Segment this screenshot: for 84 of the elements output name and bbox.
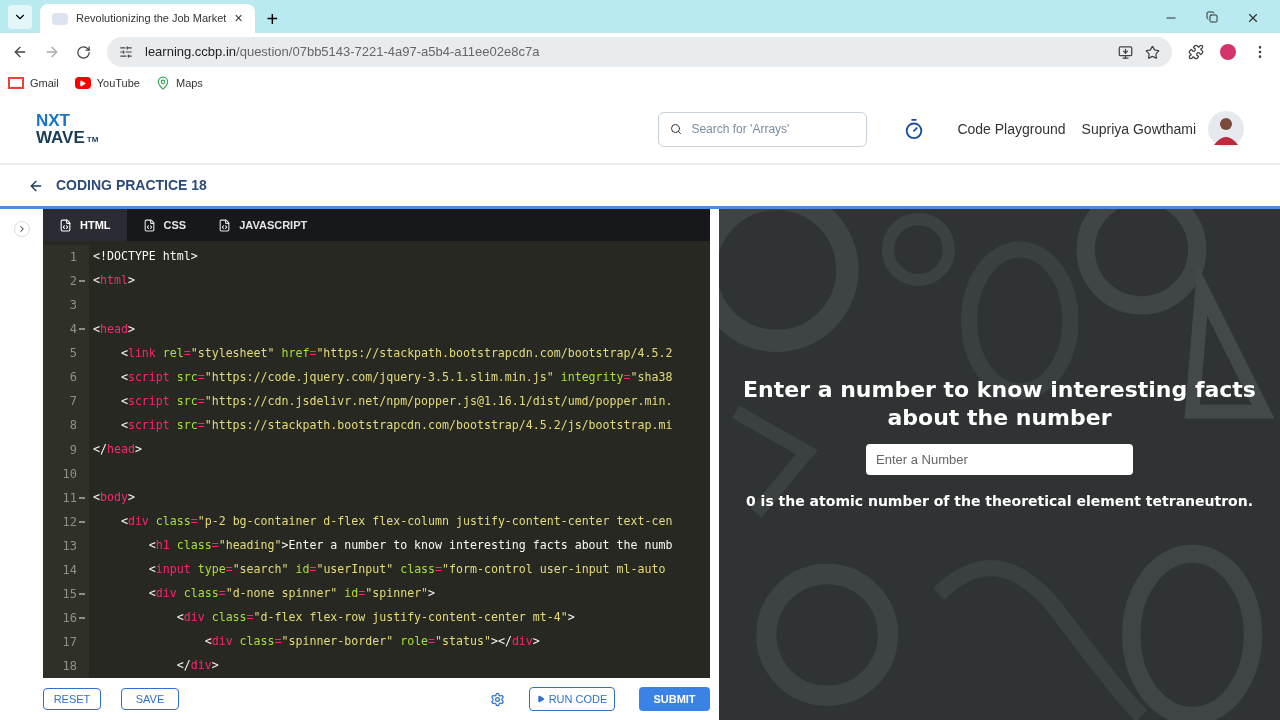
code-playground-link[interactable]: Code Playground bbox=[957, 118, 1066, 140]
editor-tab[interactable]: JAVASCRIPT bbox=[202, 209, 324, 241]
line-number: 7 bbox=[69, 393, 77, 411]
number-input[interactable]: Enter a Number bbox=[866, 444, 1133, 475]
url-text: learning.ccbp.in/question/07bb5143-7221-4a97-a5b4-a11ee02e8c7a bbox=[145, 43, 541, 62]
reload-icon[interactable] bbox=[76, 44, 91, 60]
editor-tab[interactable]: CSS bbox=[126, 209, 203, 241]
code-line: </div> bbox=[175, 657, 219, 675]
line-number: 15 bbox=[62, 585, 77, 603]
code-line: <body> bbox=[93, 488, 135, 506]
fact-text: 0 is the atomic number of the theoretical element tetraneutron. bbox=[745, 492, 1253, 511]
search-field[interactable]: Search for 'Arrays' bbox=[658, 111, 868, 147]
editor-tab[interactable]: HTML bbox=[43, 209, 127, 241]
code-line: <head> bbox=[93, 320, 135, 338]
code-line: <script src="https://code.jquery.com/jquery-3.5.1.slim.min.js" integrity="sha38 bbox=[119, 368, 673, 386]
file-icon bbox=[59, 218, 72, 232]
logo[interactable]: NXT WAVE TM bbox=[36, 112, 99, 146]
bookmark-link[interactable]: Gmail bbox=[8, 74, 59, 92]
bookmark-link[interactable]: Maps bbox=[155, 74, 203, 92]
run-code-button[interactable]: RUN CODE bbox=[529, 687, 615, 711]
code-line: <input type="search" id="userInput" class="form-control user-input ml-auto bbox=[147, 561, 666, 579]
user-avatar[interactable] bbox=[1208, 111, 1244, 147]
bookmark-link[interactable]: YouTube bbox=[74, 74, 140, 92]
extensions-icon[interactable] bbox=[1188, 44, 1204, 60]
close-tab-button[interactable]: × bbox=[234, 8, 243, 29]
fold-marker[interactable] bbox=[79, 496, 85, 499]
tab-list-button[interactable] bbox=[8, 5, 32, 29]
bookmark-icon[interactable] bbox=[1145, 44, 1160, 60]
practice-title: CODING PRACTICE 18 bbox=[56, 176, 207, 195]
line-number: 14 bbox=[62, 561, 77, 579]
line-number: 4 bbox=[69, 321, 77, 339]
code-line: <div class="d-flex flex-row justify-content-center mt-4"> bbox=[175, 609, 575, 627]
restore-icon[interactable] bbox=[1206, 11, 1218, 23]
code-line: <div class="spinner-border" role="status"></div> bbox=[203, 633, 540, 651]
browser-tab[interactable]: Revolutionizing the Job Market × bbox=[40, 4, 255, 33]
code-line: <!DOCTYPE html> bbox=[93, 248, 198, 266]
new-tab-button[interactable]: + bbox=[262, 9, 283, 29]
line-number: 17 bbox=[62, 634, 77, 652]
fold-marker[interactable] bbox=[79, 280, 85, 283]
line-number: 13 bbox=[62, 537, 77, 555]
code-line: <div class="p-2 bg-container d-flex flex-column justify-content-center text-cen bbox=[119, 513, 673, 530]
line-number: 16 bbox=[62, 609, 77, 627]
file-icon bbox=[218, 218, 232, 232]
install-icon[interactable] bbox=[1118, 44, 1133, 60]
line-number: 11 bbox=[62, 489, 77, 507]
play-icon bbox=[536, 695, 545, 703]
code-line: <h1 class="heading">Enter a number to know interesting facts about the numb bbox=[147, 537, 673, 555]
line-number: 10 bbox=[62, 465, 77, 483]
file-icon bbox=[142, 218, 156, 232]
code-line: <script src="https://cdn.jsdelivr.net/npm/popper.js@1.16.1/dist/umd/popper.min. bbox=[119, 392, 673, 410]
submit-button[interactable]: SUBMIT bbox=[639, 687, 710, 711]
line-number: 2 bbox=[69, 273, 77, 291]
line-number: 12 bbox=[62, 513, 77, 531]
play-icon bbox=[74, 77, 91, 89]
site-info-icon[interactable] bbox=[119, 45, 133, 59]
user-name: Supriya Gowthami bbox=[1081, 119, 1196, 139]
line-number: 6 bbox=[69, 369, 77, 387]
close-icon[interactable] bbox=[1246, 11, 1260, 25]
save-button[interactable]: SAVE bbox=[121, 688, 179, 710]
fold-marker[interactable] bbox=[79, 592, 85, 595]
code-line: <div class="d-none spinner" id="spinner"> bbox=[147, 585, 436, 603]
profile-avatar[interactable] bbox=[1220, 44, 1236, 60]
back-icon[interactable] bbox=[12, 44, 28, 60]
fold-marker[interactable] bbox=[79, 520, 85, 523]
line-number: 3 bbox=[69, 297, 77, 315]
fold-marker[interactable] bbox=[79, 328, 85, 331]
reset-button[interactable]: RESET bbox=[43, 688, 101, 710]
fold-marker[interactable] bbox=[79, 616, 85, 619]
line-number: 5 bbox=[69, 345, 77, 363]
line-number: 18 bbox=[62, 658, 77, 676]
line-number: 8 bbox=[69, 417, 77, 435]
tab-title: Revolutionizing the Job Market bbox=[76, 11, 227, 27]
search-icon bbox=[670, 122, 683, 135]
settings-icon[interactable] bbox=[490, 691, 505, 707]
preview-heading: Enter a number to know interesting facts about the number bbox=[742, 376, 1257, 432]
address-bar[interactable]: learning.ccbp.in/question/07bb5143-7221-4a97-a5b4-a11ee02e8c7a bbox=[107, 37, 1172, 67]
code-line: <html> bbox=[93, 272, 135, 290]
map-icon bbox=[155, 76, 170, 90]
code-line: <link rel="stylesheet" href="https://stackpath.bootstrapcdn.com/bootstrap/4.5.2 bbox=[119, 344, 673, 362]
line-number: 1 bbox=[69, 249, 77, 267]
code-editor[interactable] bbox=[43, 241, 710, 678]
code-line: <script src="https://stackpath.bootstrapcdn.com/bootstrap/4.5.2/js/bootstrap.mi bbox=[119, 416, 673, 434]
code-line: </head> bbox=[93, 440, 142, 458]
line-number: 9 bbox=[69, 441, 77, 459]
